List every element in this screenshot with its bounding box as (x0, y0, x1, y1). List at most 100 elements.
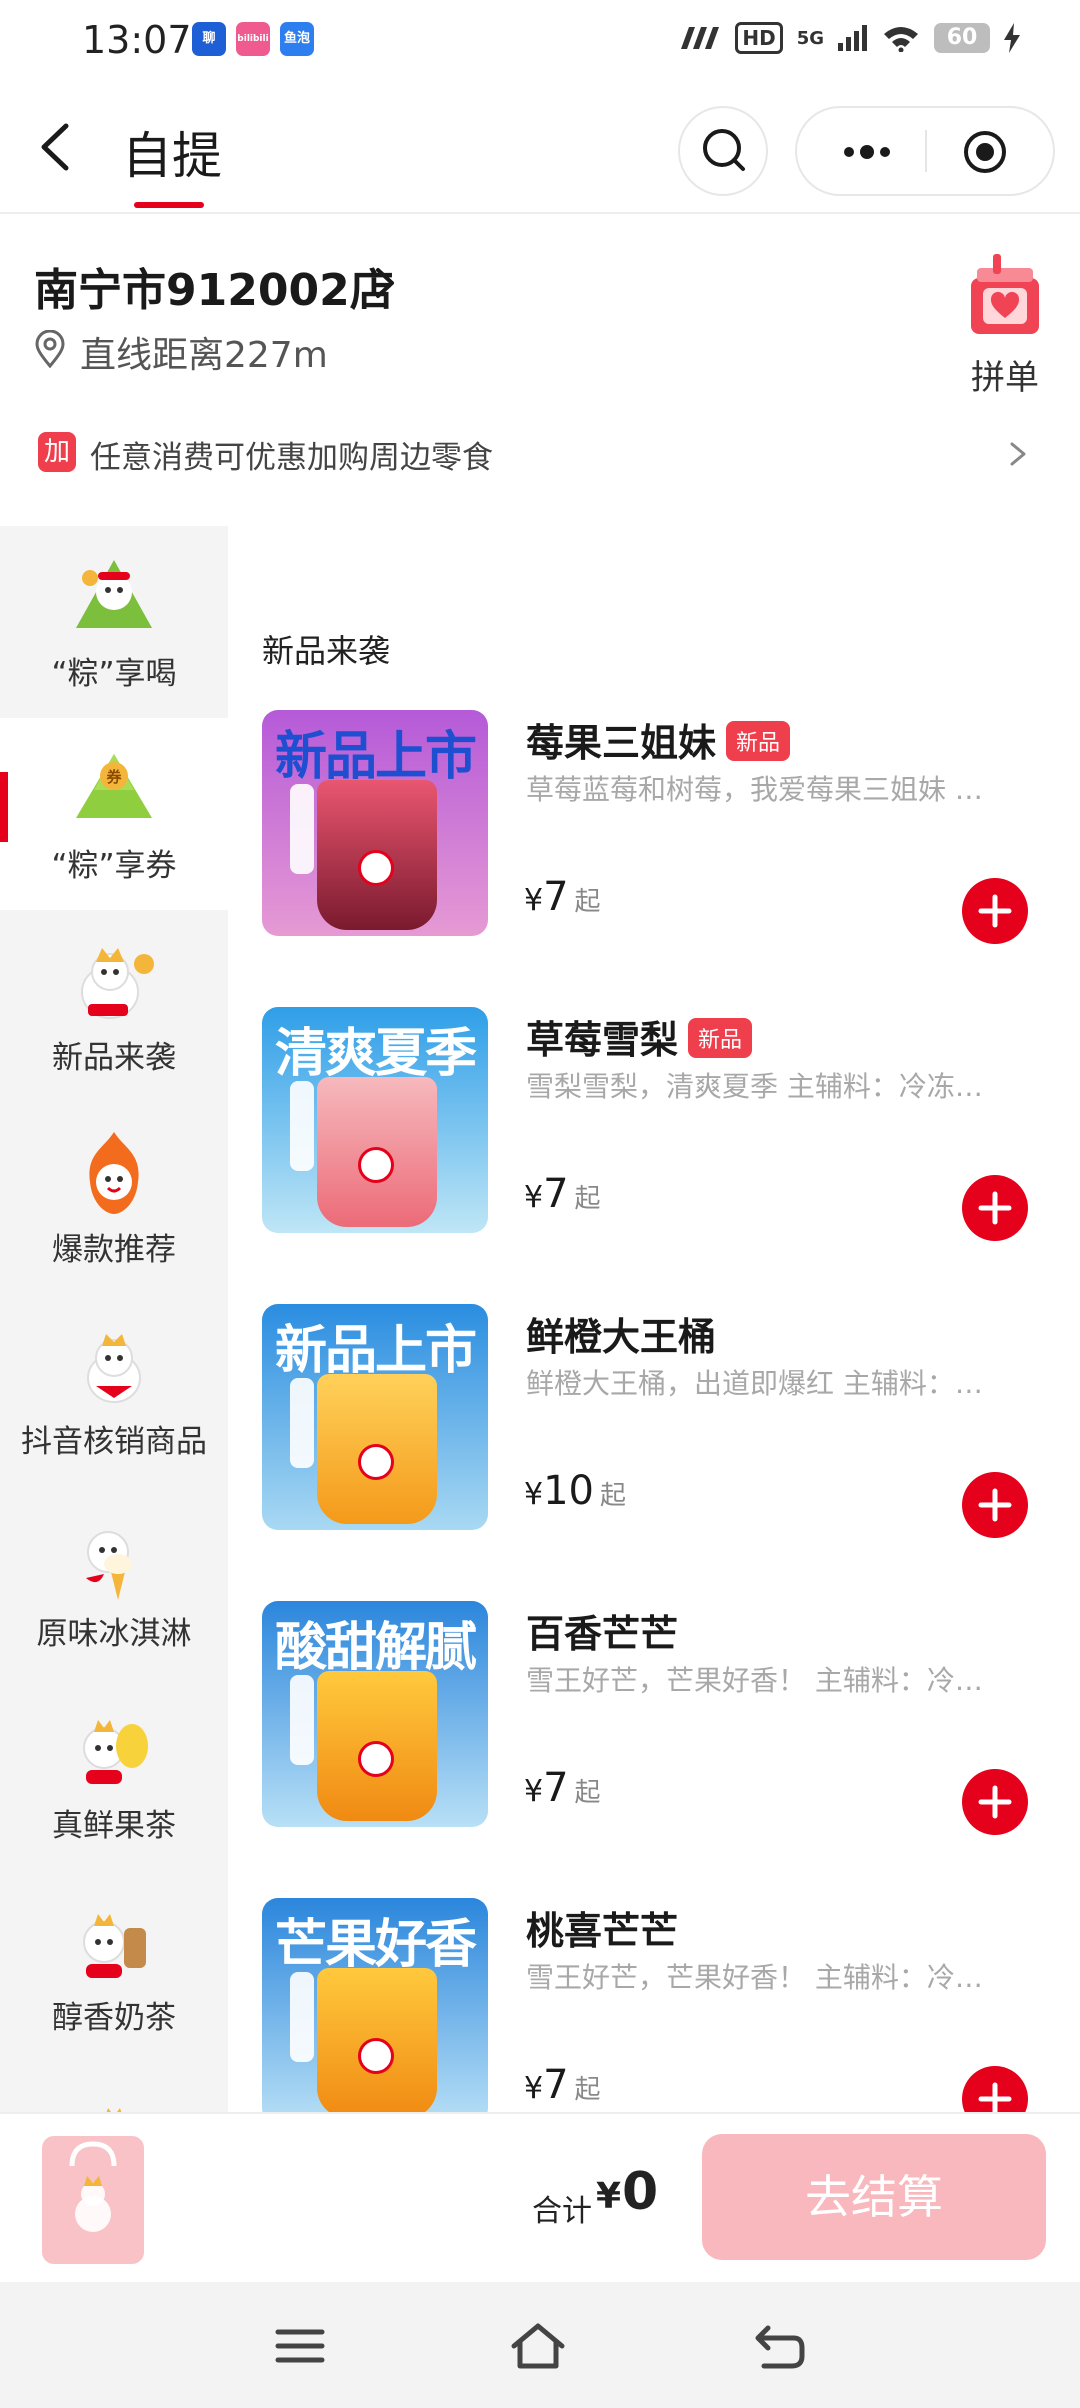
product-image[interactable]: 新品上市 (262, 1304, 488, 1530)
price-value: 10 (543, 1468, 594, 1514)
sidebar-item-partial[interactable] (0, 2062, 228, 2112)
product-card[interactable]: 新品上市 莓果三姐妹 新品 草莓蓝莓和树莓，我爱莓果三姐妹 … ¥7 起 (262, 710, 1052, 944)
product-image[interactable]: 清爽夏季 (262, 1007, 488, 1233)
wifi-icon (884, 27, 918, 52)
price-currency: ¥ (524, 1180, 544, 1215)
total-label: 合计 (532, 2194, 592, 2229)
battery-level: 60 (934, 23, 990, 53)
product-desc: 草莓蓝莓和树莓，我爱莓果三姐妹 … (526, 773, 983, 806)
chevron-right-icon[interactable] (372, 266, 398, 300)
category-sidebar[interactable]: “粽”享喝 券 “粽”享券 新品来袭 爆款推荐 抖音核销商品 原味冰淇淋 真鲜果… (0, 526, 228, 2112)
mascot-icon (106, 2108, 122, 2112)
target-close-icon (964, 131, 1006, 173)
checkout-button[interactable]: 去结算 (702, 2134, 1046, 2260)
product-image[interactable]: 新品上市 (262, 710, 488, 936)
system-nav-bar (0, 2282, 1080, 2408)
plus-icon (978, 894, 1012, 928)
more-dots-icon (844, 145, 890, 159)
sidebar-item-fruit-tea[interactable]: 真鲜果茶 (0, 1678, 228, 1870)
add-to-cart-button[interactable] (962, 1769, 1028, 1835)
new-badge: 新品 (688, 1018, 753, 1058)
zongzi-coupon-icon: 券 (76, 754, 152, 818)
section-title: 新品来袭 (262, 632, 391, 670)
chevron-right-icon (1010, 442, 1026, 466)
price-currency: ¥ (524, 2071, 544, 2106)
promo-text: 任意消费可优惠加购周边零食 (90, 440, 493, 476)
sidebar-item-milk-tea[interactable]: 醇香奶茶 (0, 1870, 228, 2062)
status-notification-icons: 聊 bilibili 鱼泡 (192, 22, 314, 56)
product-desc: 雪王好芒，芒果好香！ 主辅料：冷… (526, 1961, 983, 1994)
product-card[interactable]: 芒果好香 桃喜芒芒 雪王好芒，芒果好香！ 主辅料：冷… ¥7 起 (262, 1898, 1052, 2132)
price-value: 7 (543, 1171, 569, 1217)
capsule-divider (925, 130, 927, 172)
size-tag (290, 784, 314, 874)
return-icon (755, 2325, 805, 2369)
product-card[interactable]: 清爽夏季 草莓雪梨 新品 雪梨雪梨，清爽夏季 主辅料：冷冻… ¥7 起 (262, 1007, 1052, 1241)
store-name[interactable]: 南宁市912002店 (34, 254, 394, 318)
charging-icon (1004, 23, 1020, 53)
status-time: 13:07 (82, 18, 192, 62)
promo-banner[interactable]: 加 任意消费可优惠加购周边零食 (38, 430, 1038, 476)
sidebar-item-new[interactable]: 新品来袭 (0, 910, 228, 1102)
more-button[interactable] (827, 128, 907, 176)
add-to-cart-button[interactable] (962, 1472, 1028, 1538)
product-name: 草莓雪梨 新品 (526, 1009, 753, 1064)
product-desc: 雪梨雪梨，清爽夏季 主辅料：冷冻… (526, 1070, 983, 1103)
price-suffix: 起 (574, 1184, 601, 1214)
thumb-headline: 新品上市 (274, 727, 477, 787)
product-card[interactable]: 新品上市 鲜橙大王桶 鲜橙大王桶，出道即爆红 主辅料：… ¥10 起 (262, 1304, 1052, 1538)
home-button[interactable] (508, 2320, 568, 2372)
hd-badge: HD (735, 22, 783, 54)
plus-icon (978, 1191, 1012, 1225)
product-price: ¥10 起 (524, 1468, 626, 1514)
sidebar-item-label: 抖音核销商品 (21, 1424, 207, 1460)
price-currency: ¥ (524, 1774, 544, 1809)
sidebar-item-label: 真鲜果茶 (52, 1808, 176, 1844)
search-icon (703, 129, 745, 171)
menu-button[interactable] (270, 2320, 330, 2372)
sidebar-item-label: “粽”享券 (51, 848, 177, 884)
sidebar-item-label: 新品来袭 (52, 1040, 176, 1076)
mascot-logo (358, 1444, 394, 1480)
group-order-button[interactable]: 拼单 (955, 250, 1055, 400)
product-price: ¥7 起 (524, 1765, 601, 1811)
thumb-headline: 新品上市 (274, 1321, 477, 1381)
location-pin-icon (35, 330, 65, 368)
add-to-cart-button[interactable] (962, 1175, 1028, 1241)
product-desc: 雪王好芒，芒果好香！ 主辅料：冷… (526, 1664, 983, 1697)
product-name: 莓果三姐妹 新品 (526, 712, 791, 767)
size-tag (290, 1378, 314, 1468)
price-suffix: 起 (600, 1481, 627, 1511)
snow-king-new-icon (81, 948, 154, 1019)
sidebar-item-icecream[interactable]: 原味冰淇淋 (0, 1486, 228, 1678)
product-image[interactable]: 芒果好香 (262, 1898, 488, 2124)
product-desc: 鲜橙大王桶，出道即爆红 主辅料：… (526, 1367, 983, 1400)
search-button[interactable] (678, 106, 768, 196)
network-type: 5G (796, 27, 824, 49)
add-to-cart-button[interactable] (962, 878, 1028, 944)
sidebar-item-douyin[interactable]: 抖音核销商品 (0, 1294, 228, 1486)
sidebar-item-hot[interactable]: 爆款推荐 (0, 1102, 228, 1294)
sidebar-item-zong-drink[interactable]: “粽”享喝 (0, 526, 228, 718)
cart-bag-button[interactable] (42, 2136, 144, 2264)
status-indicators: HD 5G 60 (677, 22, 1020, 54)
plus-icon (978, 1488, 1012, 1522)
product-card[interactable]: 酸甜解腻 百香芒芒 雪王好芒，芒果好香！ 主辅料：冷… ¥7 起 (262, 1601, 1052, 1835)
price-suffix: 起 (574, 887, 601, 917)
mascot-logo (358, 850, 394, 886)
close-miniprogram-button[interactable] (957, 126, 1013, 178)
product-price: ¥7 起 (524, 2062, 601, 2108)
chevron-left-icon (41, 123, 69, 171)
ice-cream-mascot-icon (86, 1531, 132, 1600)
active-indicator (0, 772, 8, 842)
price-currency: ¥ (524, 1477, 544, 1512)
plus-icon (978, 1785, 1012, 1819)
lemon-mascot-icon (83, 1720, 148, 1784)
yupao-notification-icon: 鱼泡 (280, 22, 314, 56)
sidebar-item-label: 醇香奶茶 (52, 2000, 176, 2036)
sidebar-item-zong-coupon[interactable]: 券 “粽”享券 (0, 718, 228, 910)
back-button[interactable] (30, 112, 90, 182)
back-system-button[interactable] (750, 2320, 810, 2372)
price-suffix: 起 (574, 1778, 601, 1808)
product-image[interactable]: 酸甜解腻 (262, 1601, 488, 1827)
